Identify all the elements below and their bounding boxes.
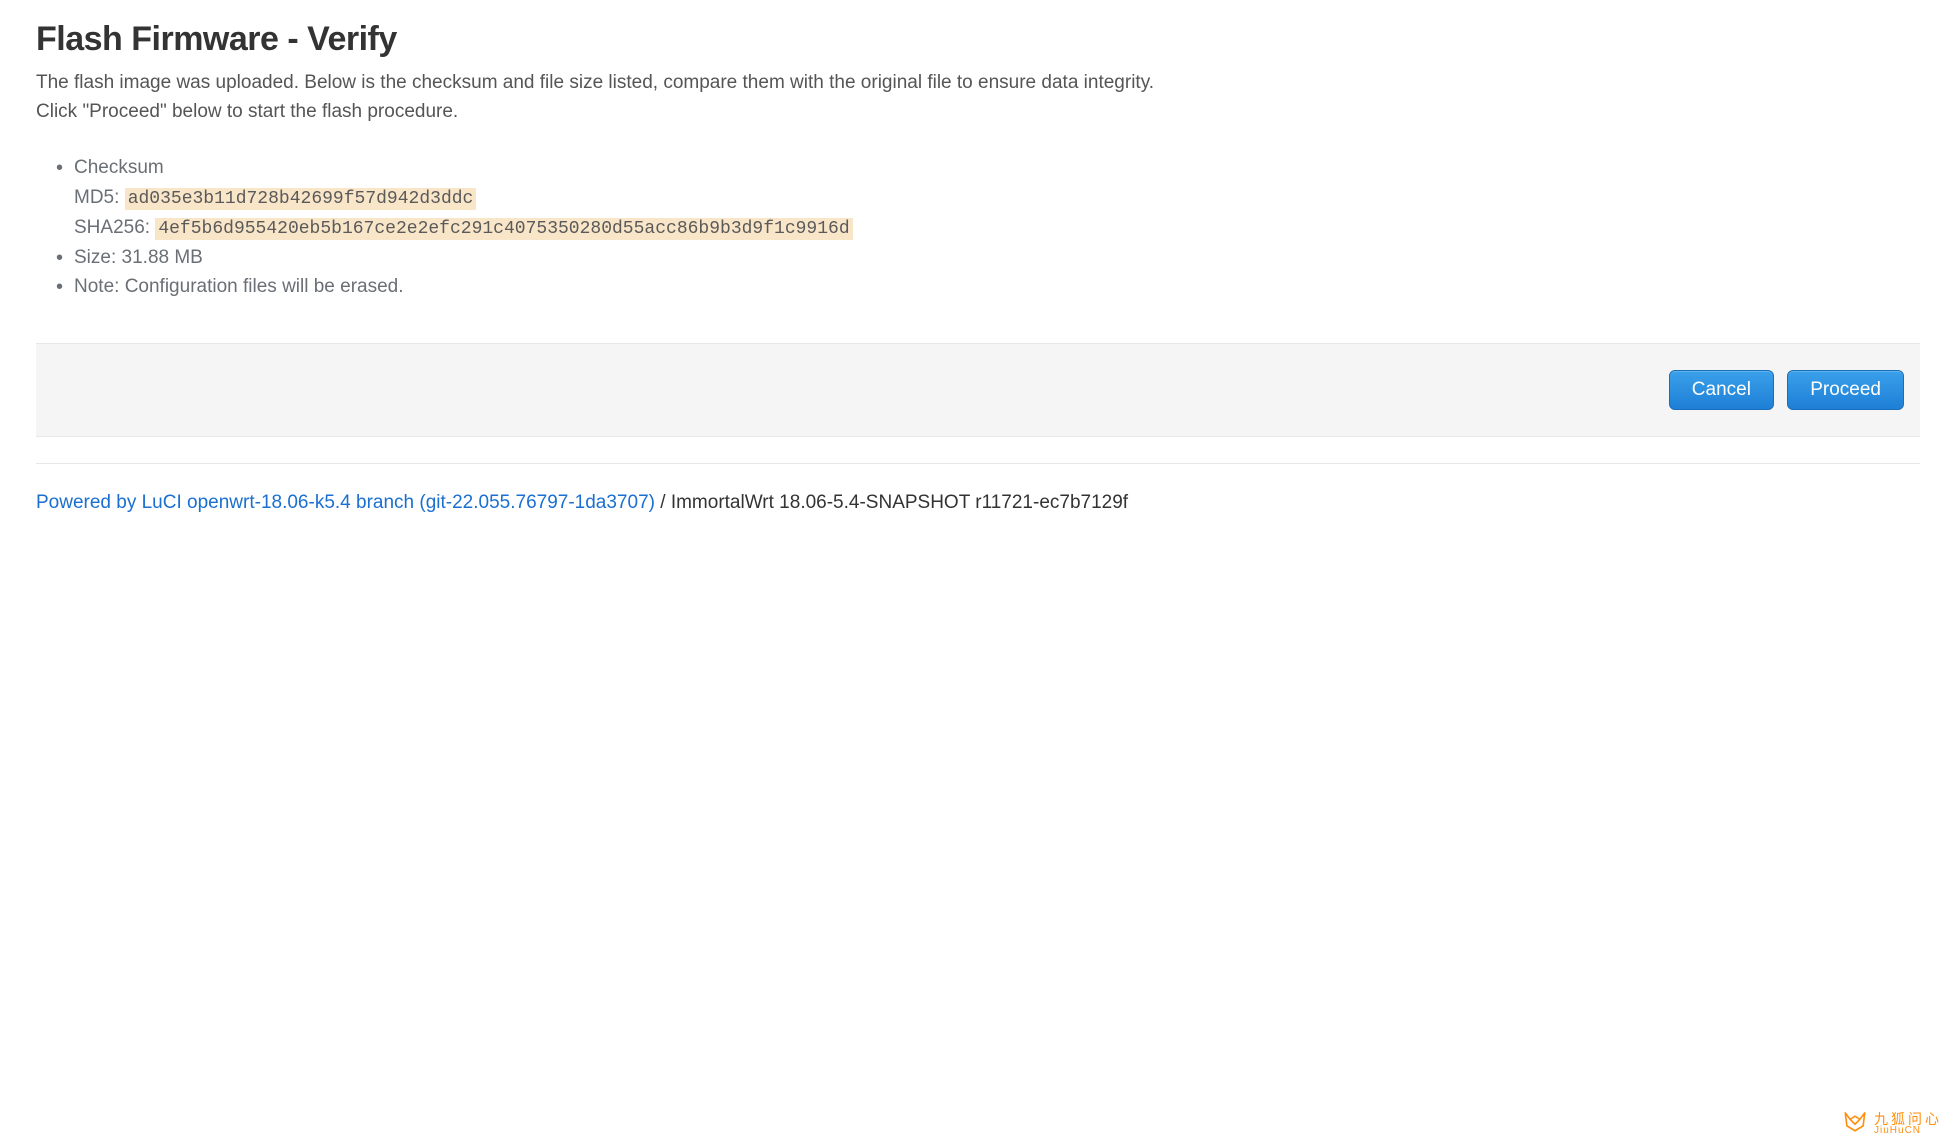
size-label: Size: bbox=[74, 247, 116, 268]
sha256-label: SHA256: bbox=[74, 217, 150, 238]
footer: Powered by LuCI openwrt-18.06-k5.4 branc… bbox=[36, 492, 1920, 554]
size-item: Size: 31.88 MB bbox=[74, 244, 1920, 272]
note-label: Note: bbox=[74, 276, 119, 297]
page-description: The flash image was uploaded. Below is t… bbox=[36, 69, 1920, 126]
note-item: Note: Configuration files will be erased… bbox=[74, 273, 1920, 301]
size-value: 31.88 MB bbox=[122, 247, 203, 268]
sha256-line: SHA256: 4ef5b6d955420eb5b167ce2e2efc291c… bbox=[74, 214, 1920, 242]
description-line-2: Click "Proceed" below to start the flash… bbox=[36, 101, 458, 122]
checksum-label: Checksum bbox=[74, 157, 164, 178]
watermark-en: JiuHuCN bbox=[1874, 1126, 1942, 1136]
cancel-button[interactable]: Cancel bbox=[1669, 370, 1774, 410]
watermark-cn: 九狐问心 bbox=[1874, 1112, 1942, 1126]
page-title: Flash Firmware - Verify bbox=[36, 20, 1920, 59]
sha256-value: 4ef5b6d955420eb5b167ce2e2efc291c40753502… bbox=[155, 218, 852, 240]
md5-line: MD5: ad035e3b11d728b42699f57d942d3ddc bbox=[74, 184, 1920, 212]
md5-label: MD5: bbox=[74, 187, 119, 208]
fox-icon bbox=[1842, 1108, 1868, 1140]
footer-slash: / bbox=[655, 492, 671, 513]
checksum-item: Checksum MD5: ad035e3b11d728b42699f57d94… bbox=[74, 154, 1920, 242]
md5-value: ad035e3b11d728b42699f57d942d3ddc bbox=[125, 188, 477, 210]
proceed-button[interactable]: Proceed bbox=[1787, 370, 1904, 410]
footer-version: ImmortalWrt 18.06-5.4-SNAPSHOT r11721-ec… bbox=[671, 492, 1128, 513]
note-value: Configuration files will be erased. bbox=[125, 276, 404, 297]
verify-info-list: Checksum MD5: ad035e3b11d728b42699f57d94… bbox=[36, 154, 1920, 301]
actions-bar: Cancel Proceed bbox=[36, 343, 1920, 437]
description-line-1: The flash image was uploaded. Below is t… bbox=[36, 72, 1154, 93]
footer-separator bbox=[36, 463, 1920, 464]
watermark: 九狐问心 JiuHuCN bbox=[1842, 1108, 1942, 1140]
footer-luci-link[interactable]: Powered by LuCI openwrt-18.06-k5.4 branc… bbox=[36, 492, 655, 513]
